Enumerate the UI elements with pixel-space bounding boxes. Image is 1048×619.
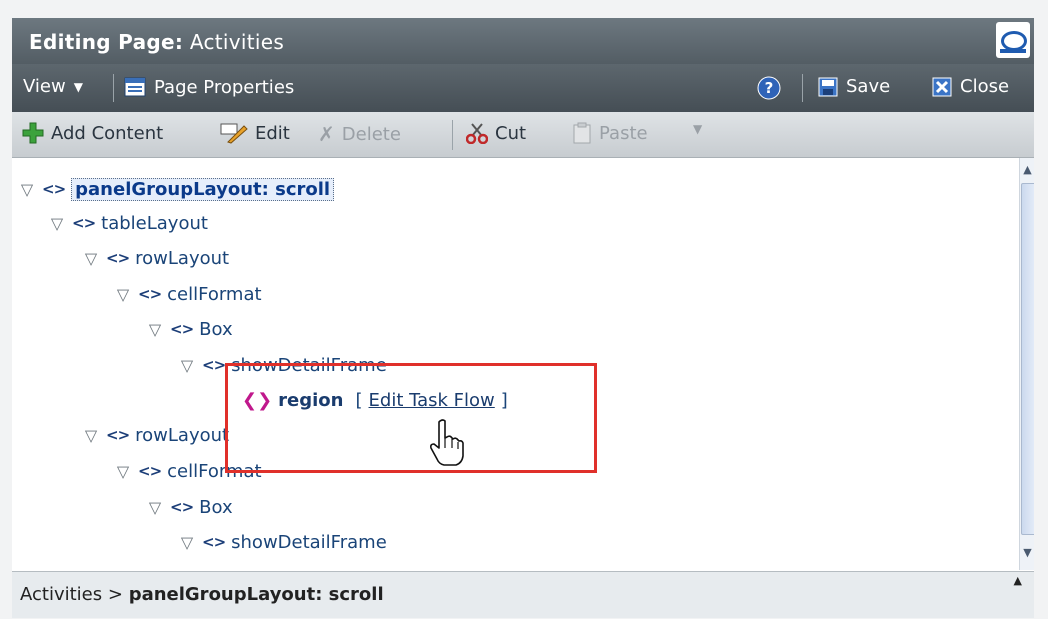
page-properties-icon — [124, 77, 146, 97]
save-icon — [818, 77, 838, 96]
clipboard-icon — [573, 122, 591, 144]
expand-triangle-icon[interactable]: ▽ — [82, 249, 100, 268]
page-properties-label: Page Properties — [154, 76, 295, 98]
component-tag-icon: <> — [170, 498, 194, 516]
expand-triangle-icon[interactable]: ▽ — [146, 498, 164, 517]
tree-node[interactable]: ▽ <> showDetailFrame — [178, 528, 387, 556]
scroll-up-icon[interactable]: ▲ — [1021, 160, 1034, 180]
component-tag-icon: <> — [202, 356, 226, 374]
tree-node[interactable]: ▽ <> Box — [146, 493, 233, 521]
oracle-logo-icon — [996, 22, 1030, 58]
delete-button[interactable]: ✗ Delete — [318, 122, 401, 146]
scissors-icon — [466, 123, 488, 144]
status-bar: Activities > panelGroupLayout: scroll ▲ — [12, 571, 1034, 618]
tree-node[interactable]: ▽ <> cellFormat — [114, 280, 262, 308]
title-bar: Editing Page: Activities — [12, 18, 1034, 64]
view-menu[interactable]: View ▼ — [23, 76, 83, 97]
expand-triangle-icon[interactable]: ▽ — [178, 356, 196, 375]
component-tag-icon: <> — [42, 180, 66, 198]
title-prefix: Editing Page: — [29, 30, 184, 54]
close-icon — [932, 77, 952, 96]
edit-task-flow-link[interactable]: Edit Task Flow — [369, 390, 495, 411]
breadcrumb: Activities > panelGroupLayout: scroll — [20, 584, 384, 605]
edit-pencil-icon — [220, 123, 248, 144]
bracket-open: [ — [355, 389, 363, 411]
vertical-scrollbar[interactable]: ▲ ▼ — [1019, 158, 1034, 570]
expand-triangle-icon[interactable]: ▽ — [178, 533, 196, 552]
bracket-close: ] — [500, 389, 508, 411]
chevron-down-icon: ▼ — [693, 122, 703, 136]
expand-triangle-icon[interactable]: ▽ — [48, 214, 66, 233]
tree-node[interactable]: ▽ <> rowLayout — [82, 421, 229, 449]
tree-node-label[interactable]: rowLayout — [135, 248, 229, 269]
component-tag-icon: <> — [138, 462, 162, 480]
chevron-down-icon: ▼ — [73, 79, 83, 94]
tree-node[interactable]: ▽ <> tableLayout — [48, 209, 208, 237]
view-menu-label: View — [23, 76, 66, 97]
page-title: Editing Page: Activities — [29, 30, 284, 54]
expand-panel-icon[interactable]: ▲ — [1014, 574, 1022, 587]
region-tag-icon: ❮❯ — [242, 389, 273, 411]
tree-node-label[interactable]: cellFormat — [167, 461, 261, 482]
expand-triangle-icon[interactable]: ▽ — [114, 462, 132, 481]
tree-node-label[interactable]: rowLayout — [135, 425, 229, 446]
title-page-name: Activities — [189, 30, 285, 54]
add-content-button[interactable]: Add Content — [22, 122, 163, 144]
tree-node[interactable]: ▽ <> rowLayout — [82, 244, 229, 272]
svg-text:?: ? — [765, 79, 774, 97]
component-tag-icon: <> — [106, 426, 130, 444]
delete-label: Delete — [341, 123, 401, 145]
breadcrumb-root[interactable]: Activities — [20, 584, 102, 605]
scrollbar-thumb[interactable] — [1021, 183, 1034, 535]
tree-node-label[interactable]: tableLayout — [101, 213, 208, 234]
tree-node-region[interactable]: ❮❯ region [ Edit Task Flow ] — [242, 386, 508, 414]
paste-label: Paste — [599, 122, 648, 144]
expand-triangle-icon[interactable]: ▽ — [114, 285, 132, 304]
tree-node-label[interactable]: Box — [199, 319, 232, 340]
close-button[interactable]: Close — [932, 76, 1009, 97]
breadcrumb-separator: > — [107, 584, 123, 605]
component-tag-icon: <> — [170, 320, 194, 338]
toolbar: Add Content Edit ✗ Delete Cut Paste ▼ — [12, 112, 1034, 158]
delete-x-icon: ✗ — [318, 122, 335, 146]
tree-node[interactable]: ▽ <> showDetailFrame — [178, 351, 387, 379]
scroll-down-icon[interactable]: ▼ — [1021, 543, 1034, 563]
paste-button[interactable]: Paste — [572, 122, 648, 144]
add-content-label: Add Content — [51, 122, 164, 144]
menu-bar: View ▼ Page Properties ? Save Close — [12, 64, 1034, 112]
component-tag-icon: <> — [106, 249, 130, 267]
plus-icon — [22, 122, 44, 144]
component-tag-icon: <> — [202, 533, 226, 551]
tree-node-label[interactable]: showDetailFrame — [231, 532, 387, 553]
tree-node-label[interactable]: cellFormat — [167, 284, 261, 305]
expand-triangle-icon[interactable]: ▽ — [82, 426, 100, 445]
tree-node-label[interactable]: Box — [199, 497, 232, 518]
save-button[interactable]: Save — [818, 76, 890, 97]
edit-button[interactable]: Edit — [220, 122, 290, 144]
help-icon: ? — [757, 76, 781, 100]
hand-cursor-icon — [430, 419, 464, 466]
region-label[interactable]: region — [278, 390, 343, 411]
tree-node[interactable]: ▽ <> cellFormat — [114, 457, 262, 485]
expand-triangle-icon[interactable]: ▽ — [146, 320, 164, 339]
expand-triangle-icon[interactable]: ▽ — [18, 180, 36, 199]
edit-label: Edit — [255, 122, 290, 144]
editor-frame: Editing Page: Activities View ▼ Page Pro… — [12, 18, 1034, 618]
close-label: Close — [960, 76, 1010, 97]
tree-node[interactable]: ▽ <> panelGroupLayout: scroll — [18, 175, 335, 203]
tree-node[interactable]: ▽ <> Box — [146, 315, 233, 343]
cut-label: Cut — [495, 122, 527, 144]
breadcrumb-current: panelGroupLayout: scroll — [128, 584, 384, 605]
component-tree: ▽ <> panelGroupLayout: scroll ▽ <> table… — [12, 158, 1019, 570]
component-tag-icon: <> — [138, 285, 162, 303]
component-tag-icon: <> — [72, 214, 96, 232]
tree-node-label[interactable]: showDetailFrame — [231, 355, 387, 376]
save-label: Save — [846, 76, 891, 97]
more-actions-dropdown[interactable]: ▼ — [693, 122, 702, 136]
page-properties-button[interactable]: Page Properties — [124, 76, 294, 98]
cut-button[interactable]: Cut — [466, 122, 526, 144]
help-button[interactable]: ? — [757, 76, 781, 100]
tree-node-label[interactable]: panelGroupLayout: scroll — [71, 177, 335, 201]
